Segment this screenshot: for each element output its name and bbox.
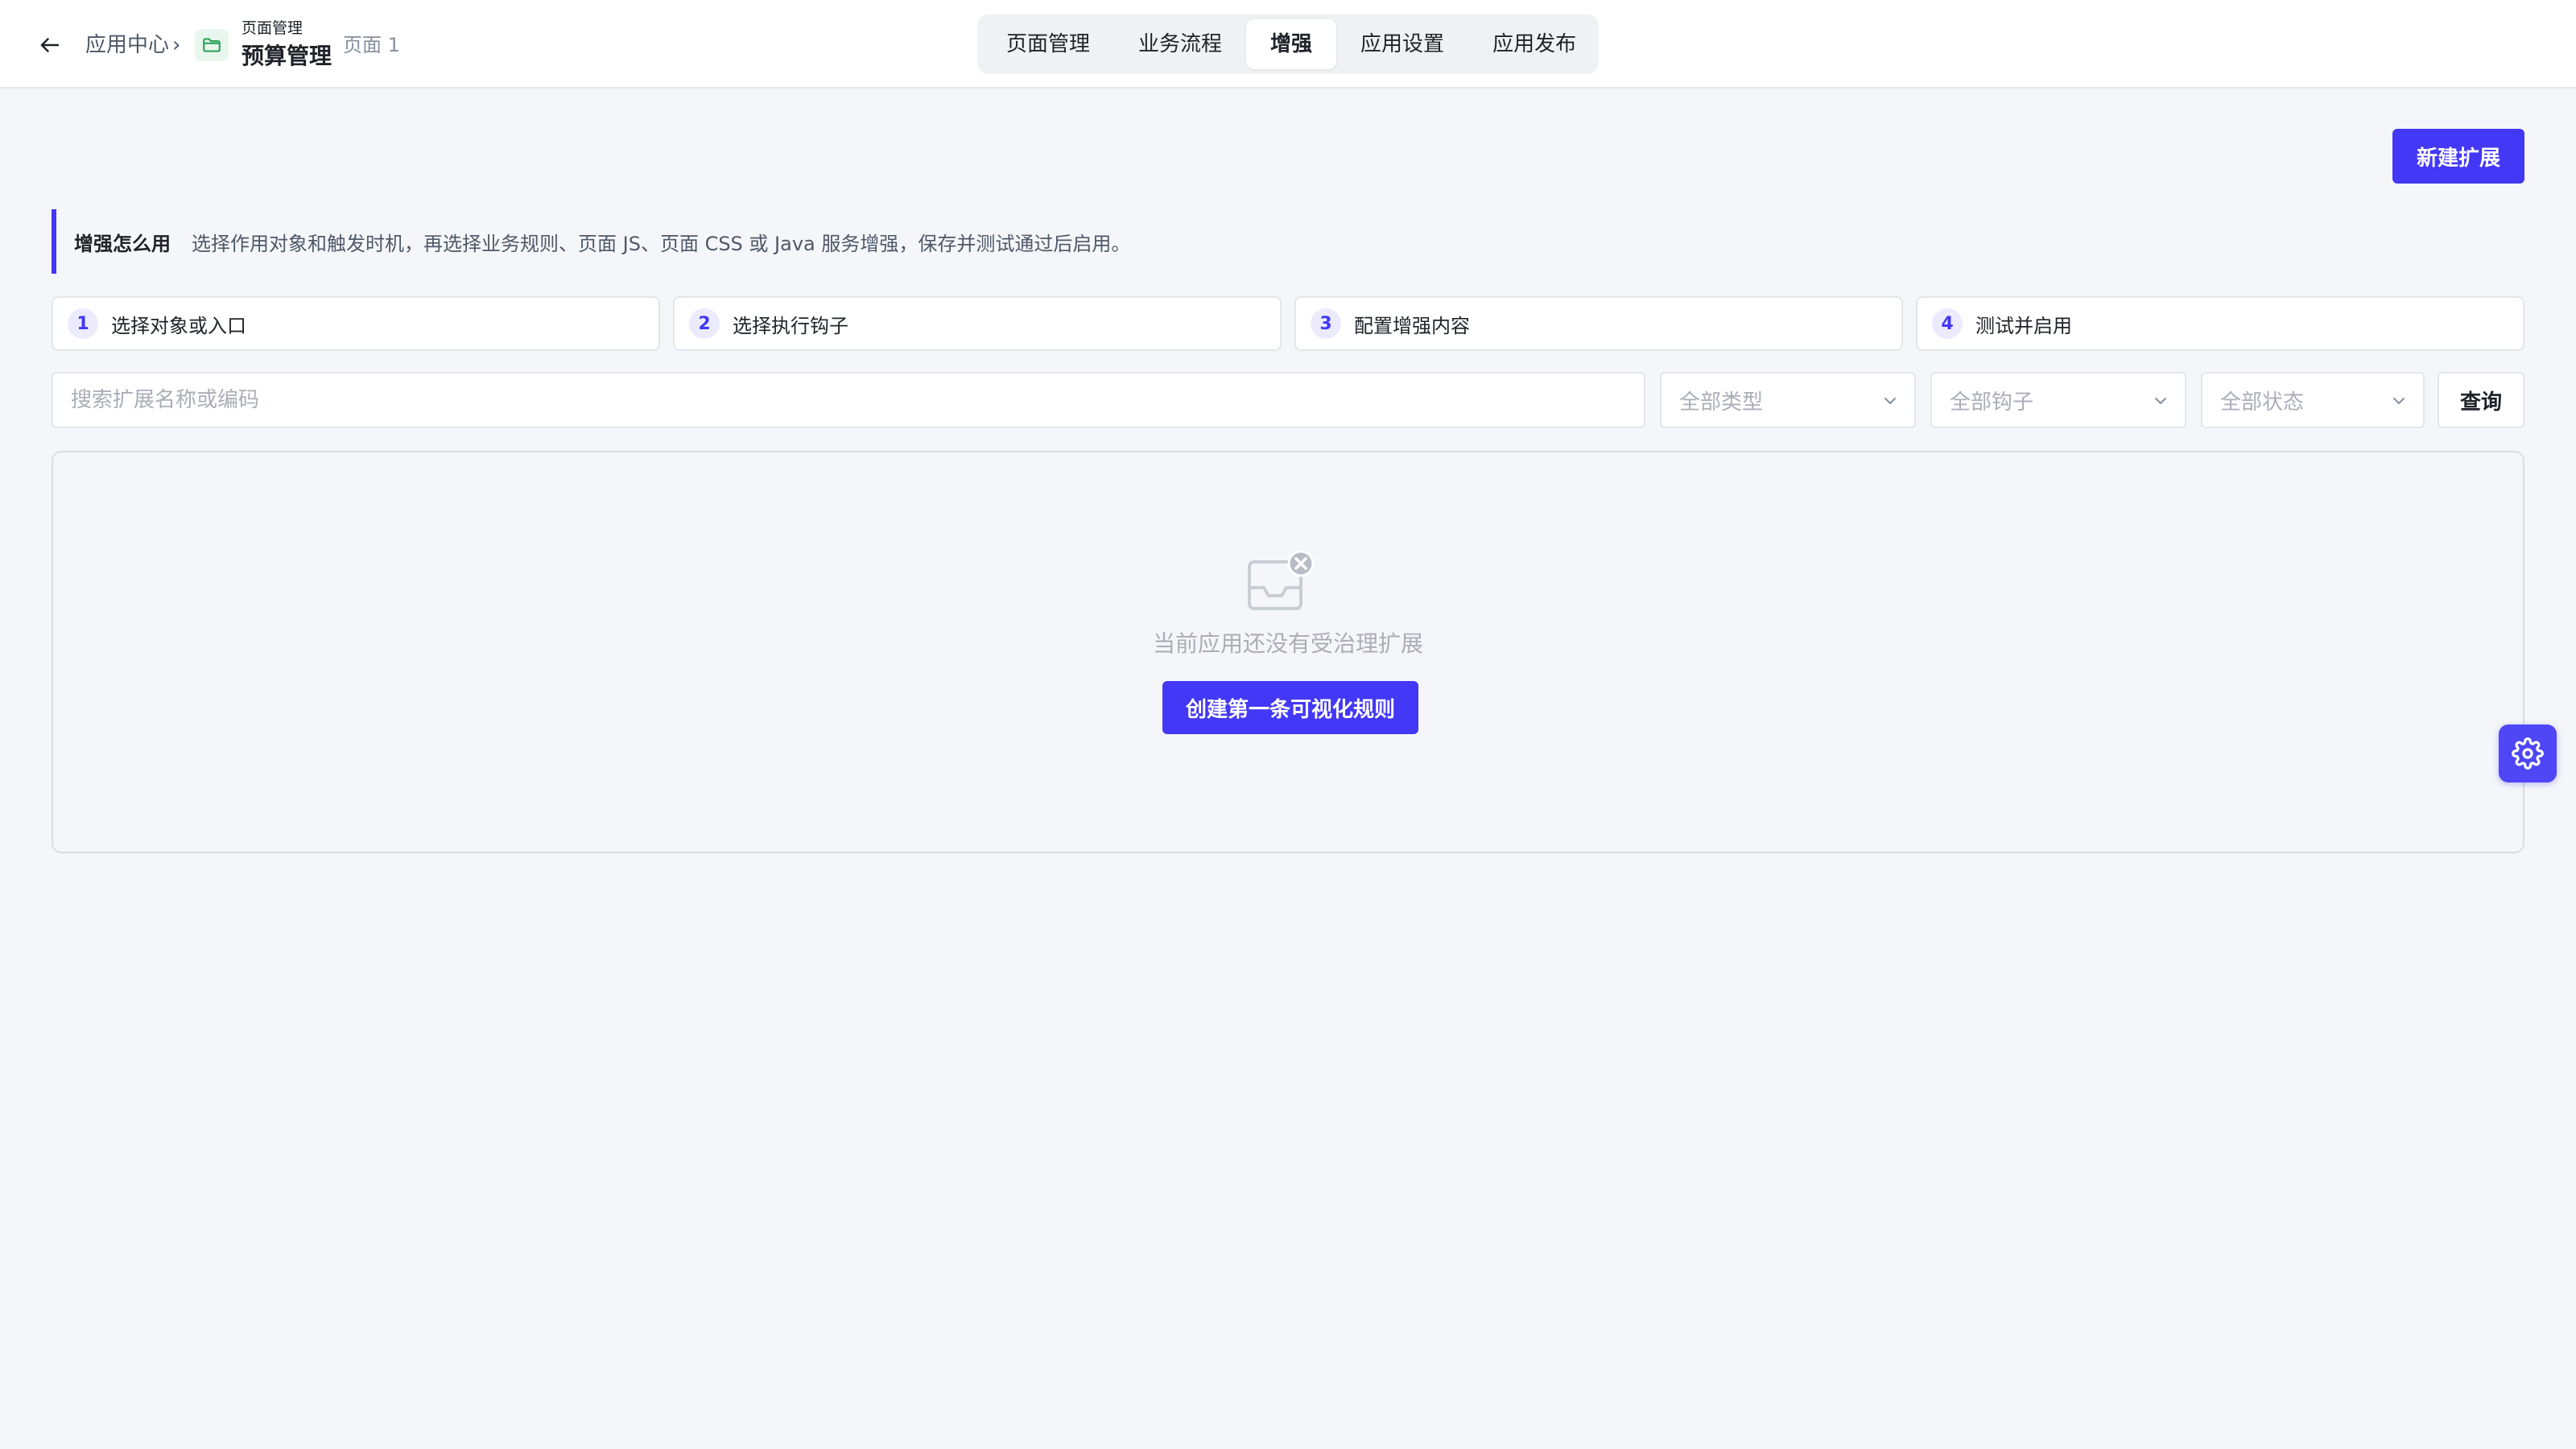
howto-text: 选择作用对象和触发时机，再选择业务规则、页面 JS、页面 CSS 或 Java … xyxy=(192,232,1131,255)
tab-business-flow[interactable]: 业务流程 xyxy=(1114,19,1246,69)
gear-icon xyxy=(2512,737,2544,770)
tab-enhancement[interactable]: 增强 xyxy=(1246,19,1337,69)
hook-select[interactable]: 全部钩子 xyxy=(1930,372,2186,428)
module-subtitle: 页面管理 xyxy=(242,19,303,37)
app-header: 应用中心 › 页面管理 预算管理 页面 1 页面管理 业务流程 增强 应用设置 … xyxy=(0,0,2576,89)
hook-select-value: 全部钩子 xyxy=(1950,390,2034,415)
step-number-badge: 3 xyxy=(1311,308,1341,339)
steps-row: 1 选择对象或入口 2 选择执行钩子 3 配置增强内容 4 测试并启用 xyxy=(52,296,2524,351)
howto-title: 增强怎么用 xyxy=(74,232,171,255)
query-button[interactable]: 查询 xyxy=(2438,372,2524,428)
breadcrumb-app-center[interactable]: 应用中心 xyxy=(85,31,169,60)
extensions-empty-panel: 当前应用还没有受治理扩展 创建第一条可视化规则 xyxy=(52,451,2524,853)
tab-app-publish[interactable]: 应用发布 xyxy=(1468,19,1600,69)
arrow-left-icon xyxy=(40,38,60,52)
chevron-down-icon xyxy=(1885,398,1896,404)
chevron-down-icon xyxy=(2155,398,2166,404)
step-card: 1 选择对象或入口 xyxy=(52,296,660,351)
howto-banner: 增强怎么用 选择作用对象和触发时机，再选择业务规则、页面 JS、页面 CSS 或… xyxy=(52,209,2524,274)
tab-page-management[interactable]: 页面管理 xyxy=(982,19,1114,69)
step-label: 选择执行钩子 xyxy=(733,314,848,337)
breadcrumb-separator: › xyxy=(172,33,181,57)
chevron-down-icon xyxy=(2393,398,2405,404)
step-label: 测试并启用 xyxy=(1975,314,2072,337)
step-number-badge: 2 xyxy=(689,308,720,339)
step-number-badge: 4 xyxy=(1932,308,1963,339)
step-label: 选择对象或入口 xyxy=(111,314,246,337)
floating-settings-button[interactable] xyxy=(2499,724,2557,782)
type-select-value: 全部类型 xyxy=(1679,390,1764,415)
module-title: 预算管理 xyxy=(242,43,332,69)
search-input[interactable] xyxy=(52,372,1645,428)
status-select-value: 全部状态 xyxy=(2220,390,2305,415)
main-tabs: 页面管理 业务流程 增强 应用设置 应用发布 xyxy=(977,14,1599,74)
page-label[interactable]: 页面 1 xyxy=(343,31,400,60)
filter-bar: 全部类型 全部钩子 全部状态 查询 xyxy=(52,372,2524,428)
type-select[interactable]: 全部类型 xyxy=(1660,372,1916,428)
back-button[interactable] xyxy=(32,29,68,61)
tab-app-settings[interactable]: 应用设置 xyxy=(1336,19,1468,69)
new-extension-button[interactable]: 新建扩展 xyxy=(2392,129,2524,184)
step-card: 4 测试并启用 xyxy=(1916,296,2524,351)
empty-inbox-icon xyxy=(1248,551,1315,610)
create-first-rule-button[interactable]: 创建第一条可视化规则 xyxy=(1162,681,1418,734)
step-card: 2 选择执行钩子 xyxy=(673,296,1282,351)
empty-state-text: 当前应用还没有受治理扩展 xyxy=(1152,630,1423,657)
folder-icon xyxy=(203,38,221,52)
status-select[interactable]: 全部状态 xyxy=(2201,372,2425,428)
step-label: 配置增强内容 xyxy=(1354,314,1470,337)
folder-icon-box xyxy=(195,29,229,61)
step-number-badge: 1 xyxy=(68,308,98,339)
step-card: 3 配置增强内容 xyxy=(1294,296,1903,351)
